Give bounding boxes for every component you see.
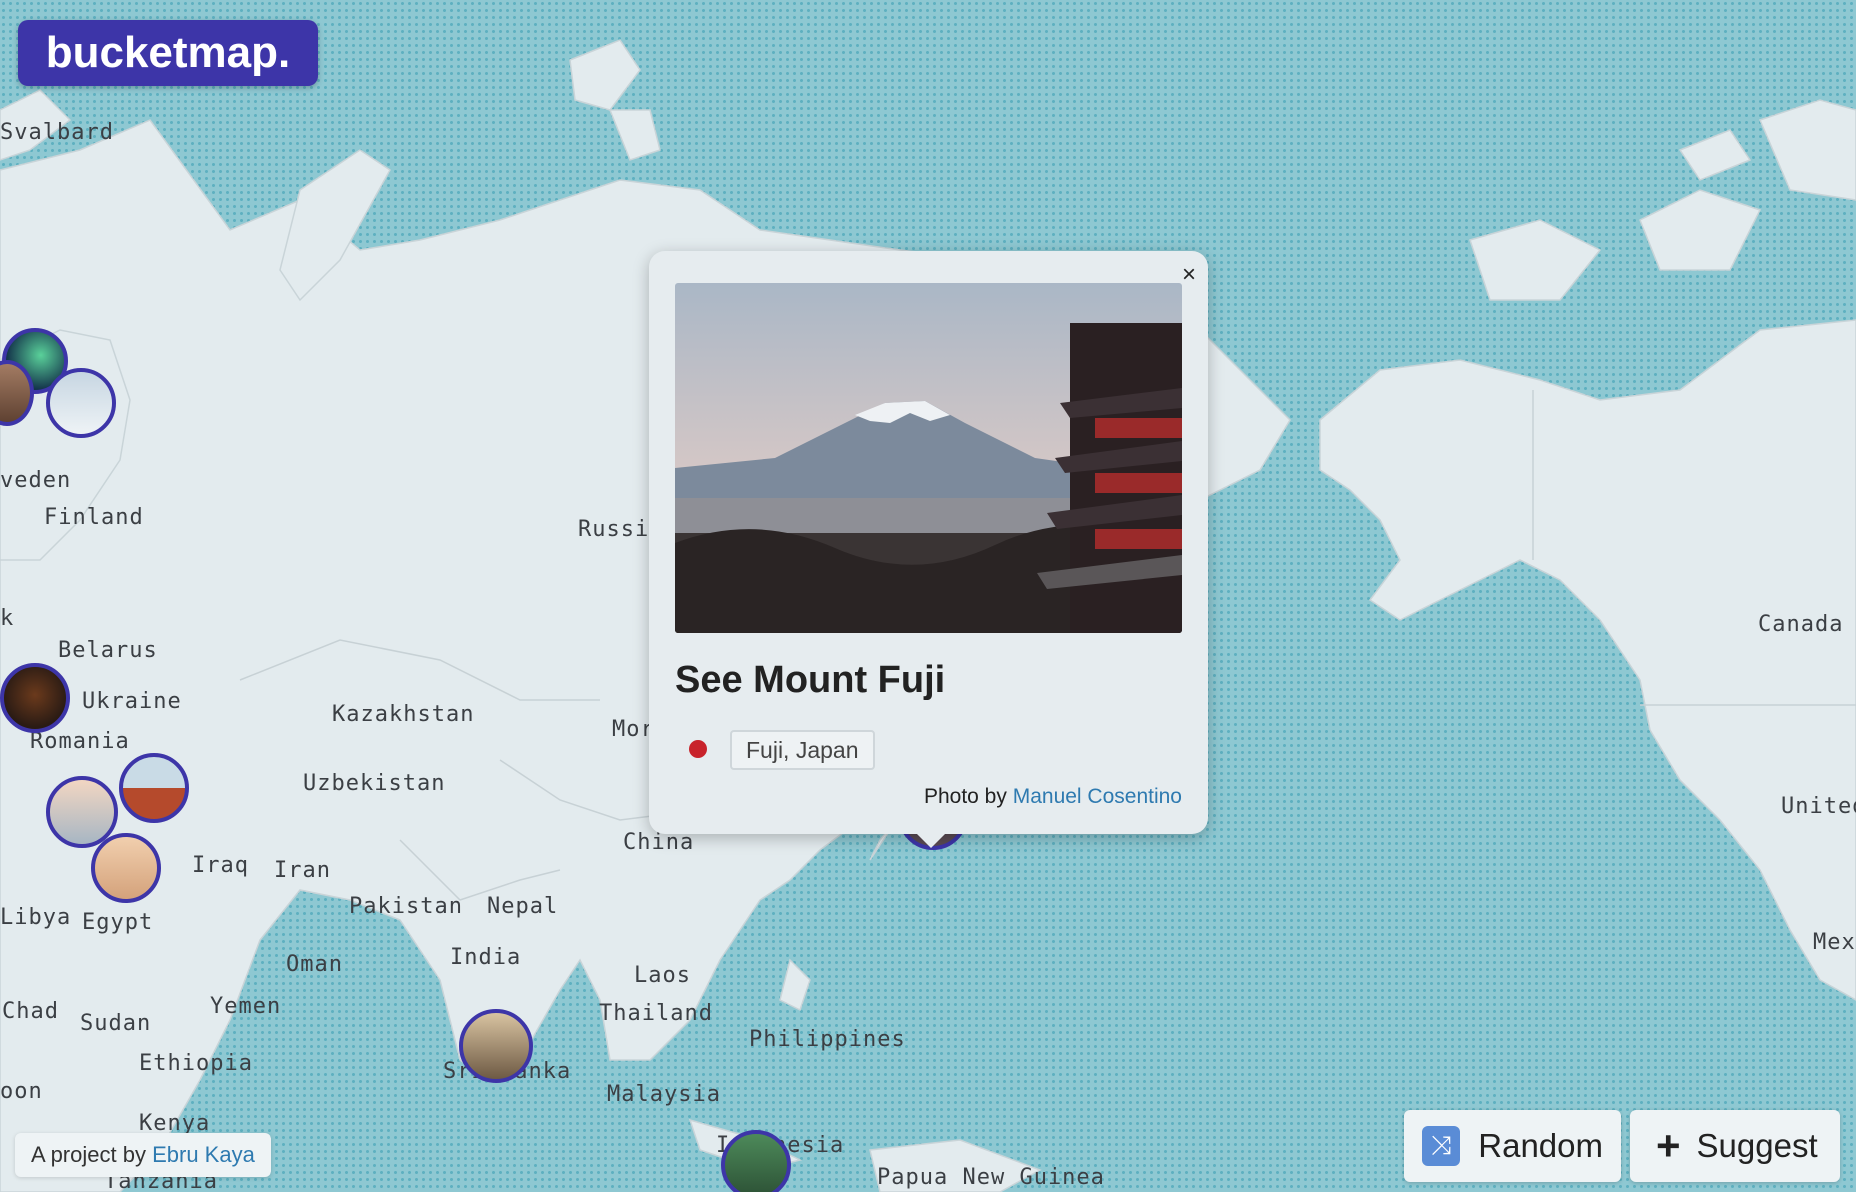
country-label: Sudan [80, 1011, 152, 1036]
country-label: Belarus [58, 638, 158, 663]
arctic-archipelago-1 [1469, 219, 1602, 301]
suggest-button[interactable]: + Suggest [1630, 1110, 1840, 1182]
bucket-marker-srilanka[interactable] [459, 1009, 533, 1083]
suggest-label: Suggest [1696, 1127, 1818, 1164]
bucket-popup: × See Mount Fuji Fuji, Japan Photo by Ma… [649, 251, 1208, 834]
country-label: United [1781, 794, 1856, 819]
author-link[interactable]: Ebru Kaya [152, 1142, 255, 1167]
country-label: Yemen [210, 994, 282, 1019]
arctic-archipelago-2 [1639, 189, 1762, 271]
country-label: Pakistan [349, 894, 463, 919]
destination-photo [675, 283, 1182, 633]
app-logo[interactable]: bucketmap. [18, 20, 318, 86]
bucket-marker-indonesia[interactable] [721, 1130, 791, 1192]
country-label: Mexico [1813, 930, 1856, 955]
country-label: Oman [286, 952, 343, 977]
arctic-island-3 [608, 109, 661, 161]
philippines [779, 958, 811, 1012]
photo-credit: Photo by Manuel Cosentino [924, 785, 1182, 809]
country-label: Ethiopia [139, 1051, 253, 1076]
status-dot [689, 740, 707, 758]
mount-fuji-illustration [675, 283, 1182, 633]
country-label: Ukraine [82, 689, 182, 714]
country-label: Libya [0, 905, 72, 930]
north-america [1319, 319, 1856, 1001]
country-label: Kazakhstan [332, 702, 475, 727]
country-label: Iran [274, 858, 331, 883]
destination-title: See Mount Fuji [675, 659, 946, 701]
country-label: Malaysia [607, 1082, 721, 1107]
country-label: oon [0, 1079, 43, 1104]
country-label: Nepal [487, 894, 559, 919]
credit-prefix: Photo by [923, 785, 1007, 808]
country-label: Thailand [599, 1001, 713, 1026]
project-credit: A project by Ebru Kaya [15, 1133, 271, 1177]
country-label: k [0, 606, 15, 631]
country-label: Uzbekistan [303, 771, 446, 796]
country-label: Romania [30, 729, 130, 754]
country-label: Finland [44, 505, 144, 530]
country-label: Laos [634, 963, 691, 988]
photographer-link[interactable]: Manuel Cosentino [1013, 785, 1182, 808]
random-label: Random [1478, 1127, 1603, 1164]
country-label: Canada [1758, 612, 1844, 637]
close-icon[interactable]: × [1182, 261, 1196, 289]
arctic-island-2 [569, 39, 641, 111]
country-label: Egypt [82, 910, 154, 935]
country-label: Iraq [192, 853, 249, 878]
plus-icon: + [1656, 1122, 1681, 1169]
bucket-marker-husky[interactable] [46, 368, 116, 438]
country-label: Philippines [749, 1027, 906, 1052]
arctic-archipelago-3 [1758, 99, 1856, 201]
country-label: Chad [2, 999, 59, 1024]
bucket-marker-figure[interactable] [0, 663, 70, 733]
bucket-marker-balloons[interactable] [119, 753, 189, 823]
popup-pointer [913, 830, 949, 848]
country-label: India [450, 945, 522, 970]
footer-prefix: A project by [31, 1142, 146, 1167]
arctic-archipelago-4 [1678, 129, 1752, 181]
country-label: Svalbard [0, 120, 114, 145]
random-button[interactable]: ⤨ Random [1404, 1110, 1621, 1182]
country-label: Papua New Guinea [877, 1165, 1105, 1190]
shuffle-icon: ⤨ [1422, 1126, 1461, 1166]
bucket-marker-sphinx[interactable] [91, 833, 161, 903]
country-label: veden [0, 468, 72, 493]
location-tag[interactable]: Fuji, Japan [730, 730, 875, 770]
